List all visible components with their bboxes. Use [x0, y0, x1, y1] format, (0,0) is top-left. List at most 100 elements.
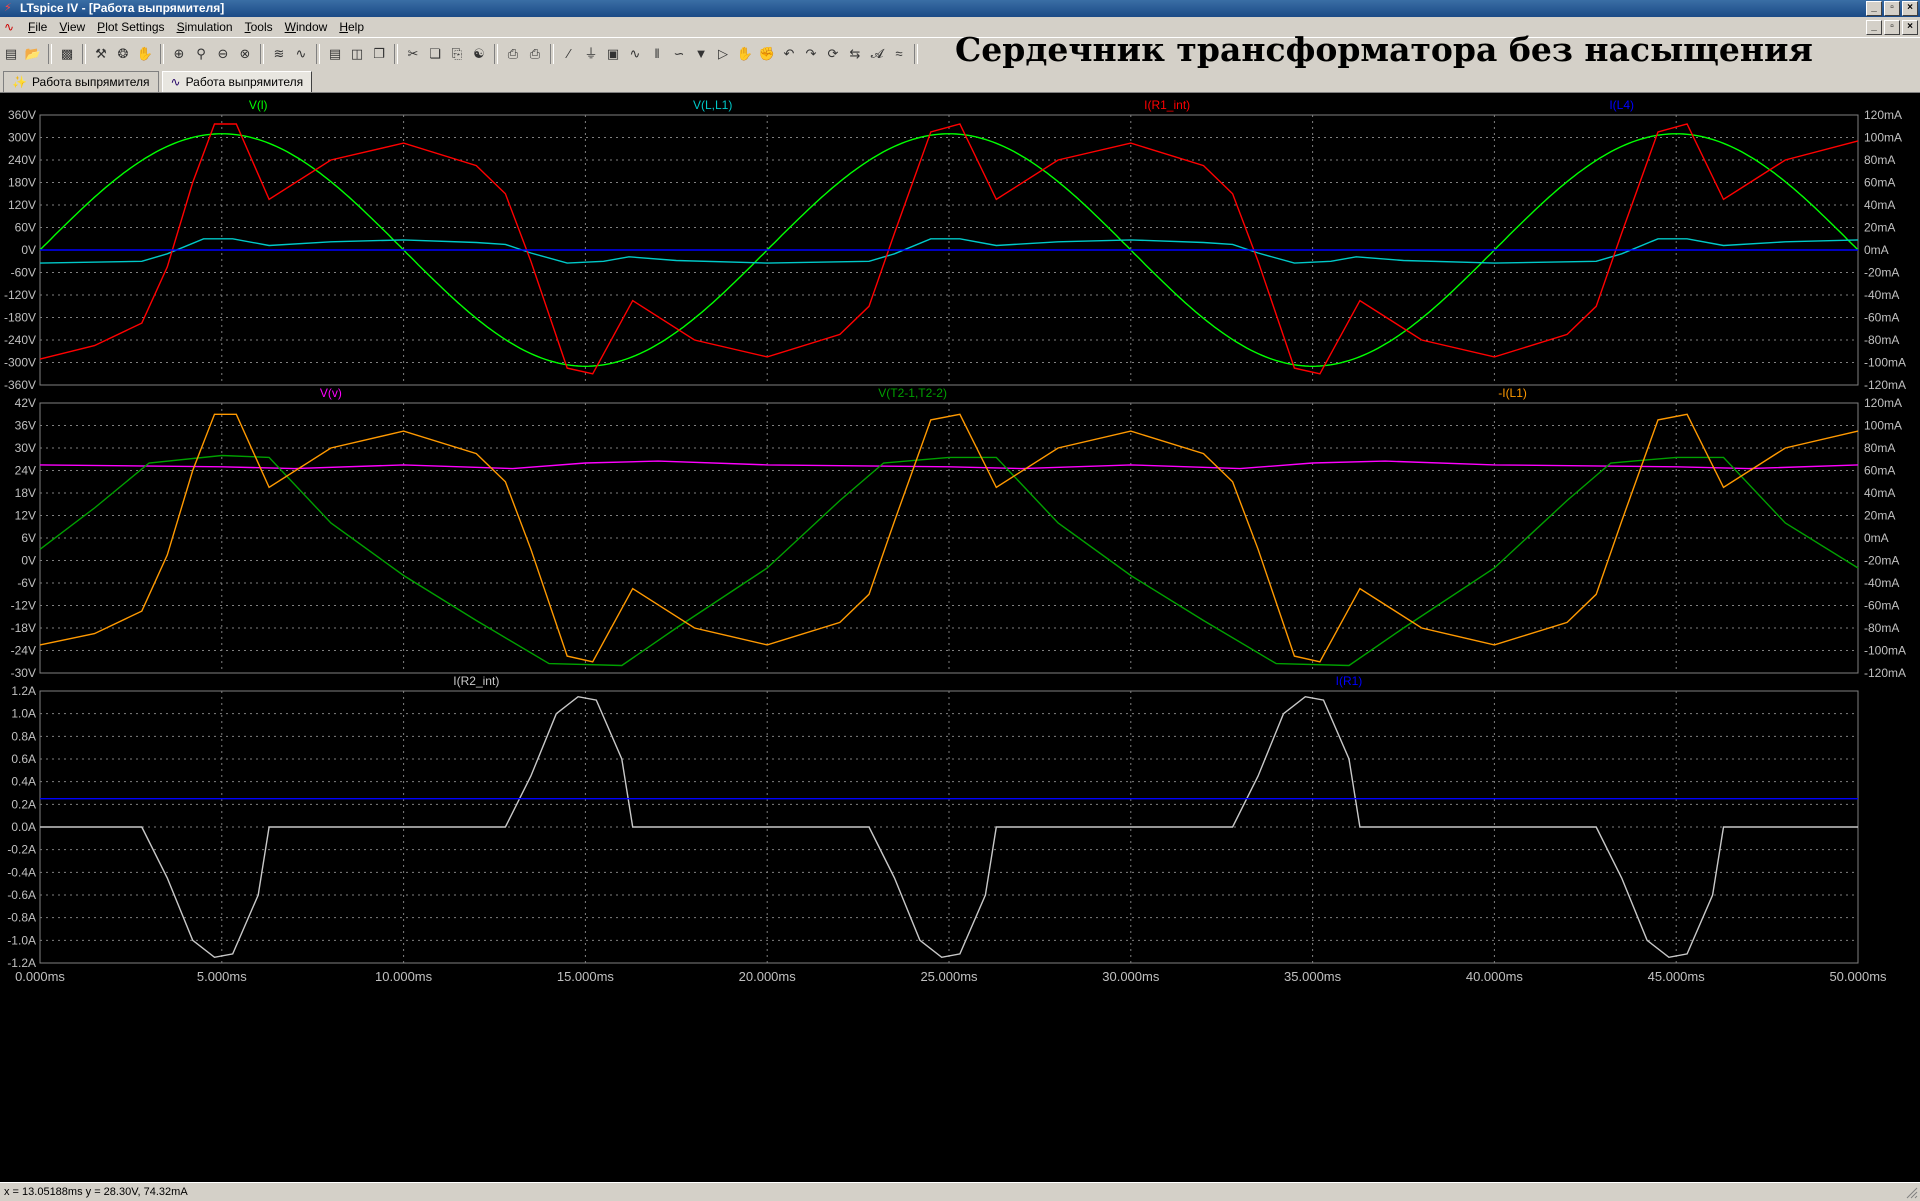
capacitor-icon[interactable]: ‖ — [647, 44, 667, 64]
print-preview-icon[interactable]: ⎙ — [503, 44, 523, 64]
zoom-back-icon[interactable]: ⚲ — [191, 44, 211, 64]
waveform-canvas[interactable]: 360V 300V 240V 180V 120V 60V 0V -60V -120V -180V -… — [0, 93, 1920, 1178]
cursor-readout: x = 13.05188ms y = 28.30V, 74.32mA — [4, 1186, 188, 1198]
menu-tools[interactable]: Tools — [239, 17, 279, 37]
zoom-in-icon[interactable]: ⊕ — [169, 44, 189, 64]
ground-icon[interactable]: ⏚ — [581, 44, 601, 64]
resize-grip-icon[interactable] — [1904, 1185, 1918, 1199]
x-tick-label: 30.000ms — [1102, 969, 1160, 984]
print-icon[interactable]: ⎙ — [525, 44, 545, 64]
tile-h-icon[interactable]: ▤ — [325, 44, 345, 64]
child-minimize-button[interactable]: _ — [1866, 20, 1882, 35]
x-tick-label: 50.000ms — [1829, 969, 1887, 984]
y-tick-label: -0.8A — [7, 911, 36, 925]
y2-tick-label: -40mA — [1864, 288, 1899, 302]
mirror-icon[interactable]: ⇆ — [845, 44, 865, 64]
tile-v-icon[interactable]: ◫ — [347, 44, 367, 64]
cut-icon[interactable]: ✂ — [403, 44, 423, 64]
control-panel-icon[interactable]: ⚒ — [91, 44, 111, 64]
window-controls: _ ▫ × — [1866, 1, 1918, 16]
cascade-icon[interactable]: ❐ — [369, 44, 389, 64]
y-tick-label: 18V — [15, 486, 36, 500]
trace-legend-label: V(l) — [249, 98, 268, 112]
menu-help[interactable]: Help — [333, 17, 370, 37]
schematic-tab-icon: ✨ — [12, 75, 27, 89]
y-tick-label: 42V — [15, 396, 36, 410]
y2-tick-label: -120mA — [1864, 666, 1906, 680]
child-close-button[interactable]: × — [1902, 20, 1918, 35]
redo-icon[interactable]: ↷ — [801, 44, 821, 64]
move-icon[interactable]: ✋ — [735, 44, 755, 64]
x-tick-label: 10.000ms — [375, 969, 433, 984]
inductor-icon[interactable]: ∽ — [669, 44, 689, 64]
text-icon[interactable]: 𝓐 — [867, 44, 887, 64]
y2-tick-label: 40mA — [1864, 486, 1895, 500]
y-tick-label: -24V — [11, 644, 36, 658]
find-icon[interactable]: ☯ — [469, 44, 489, 64]
restore-button[interactable]: ▫ — [1884, 1, 1900, 16]
y-tick-label: -1.2A — [7, 956, 36, 970]
y-tick-label: 1.2A — [11, 684, 36, 698]
zoom-out-icon[interactable]: ⊖ — [213, 44, 233, 64]
wire-icon[interactable]: ∕ — [559, 44, 579, 64]
paste-icon[interactable]: ⎘ — [447, 44, 467, 64]
y2-tick-label: 20mA — [1864, 221, 1895, 235]
menu-file[interactable]: File — [22, 17, 53, 37]
split-icon[interactable]: ∿ — [291, 44, 311, 64]
y2-tick-label: -120mA — [1864, 378, 1906, 392]
y2-tick-label: 40mA — [1864, 198, 1895, 212]
run-icon[interactable]: ❂ — [113, 44, 133, 64]
autorange-icon[interactable]: ≋ — [269, 44, 289, 64]
rotate-icon[interactable]: ⟳ — [823, 44, 843, 64]
y-tick-label: 180V — [8, 176, 36, 190]
undo-icon[interactable]: ↶ — [779, 44, 799, 64]
toolbar-separator — [914, 44, 918, 64]
resistor-icon[interactable]: ∿ — [625, 44, 645, 64]
y-tick-label: 300V — [8, 131, 36, 145]
y-tick-label: -0.4A — [7, 865, 36, 879]
y2-tick-label: 0mA — [1864, 243, 1889, 257]
y2-tick-label: -80mA — [1864, 333, 1899, 347]
trace-legend-label: V(L,L1) — [693, 98, 732, 112]
spice-directive-icon[interactable]: ≈ — [889, 44, 909, 64]
child-restore-button[interactable]: ▫ — [1884, 20, 1900, 35]
halt-icon[interactable]: ✋ — [135, 44, 155, 64]
component-icon[interactable]: ▷ — [713, 44, 733, 64]
copy-icon[interactable]: ❏ — [425, 44, 445, 64]
waveform-window-icon[interactable]: ∿ — [4, 20, 18, 34]
minimize-button[interactable]: _ — [1866, 1, 1882, 16]
y-tick-label: 0.4A — [11, 775, 36, 789]
y-tick-label: -1.0A — [7, 933, 36, 947]
drag-icon[interactable]: ✊ — [757, 44, 777, 64]
menu-window[interactable]: Window — [279, 17, 334, 37]
trace-legend-label: I(R1_int) — [1144, 98, 1190, 112]
menu-plot-settings[interactable]: Plot Settings — [91, 17, 170, 37]
trace-legend-label: V(v) — [320, 386, 342, 400]
y-tick-label: 0.6A — [11, 752, 36, 766]
toolbar-separator — [394, 44, 398, 64]
label-icon[interactable]: ▣ — [603, 44, 623, 64]
menu-simulation[interactable]: Simulation — [171, 17, 239, 37]
close-button[interactable]: × — [1902, 1, 1918, 16]
toolbar-separator — [550, 44, 554, 64]
y-tick-label: 120V — [8, 198, 36, 212]
x-tick-label: 45.000ms — [1648, 969, 1706, 984]
ltspice-app-icon[interactable]: ⚡ — [4, 2, 16, 14]
zoom-fit-icon[interactable]: ⊗ — [235, 44, 255, 64]
tab-schematic[interactable]: ✨ Работа выпрямителя — [3, 71, 159, 92]
open-icon[interactable]: 📂 — [23, 44, 43, 64]
y-tick-label: 0.8A — [11, 729, 36, 743]
menu-view[interactable]: View — [53, 17, 91, 37]
y-tick-label: -30V — [11, 666, 36, 680]
y-tick-label: 24V — [15, 464, 36, 478]
diode-icon[interactable]: ▼ — [691, 44, 711, 64]
y-tick-label: -0.2A — [7, 843, 36, 857]
y2-tick-label: -100mA — [1864, 356, 1906, 370]
tab-waveform[interactable]: ∿ Работа выпрямителя — [161, 71, 313, 92]
y-tick-label: 360V — [8, 108, 36, 122]
new-schematic-icon[interactable]: ▤ — [1, 44, 21, 64]
trace-i-r2-int- — [40, 695, 1858, 959]
y-tick-label: 240V — [8, 153, 36, 167]
waveform-viewer[interactable]: 360V 300V 240V 180V 120V 60V 0V -60V -120V -180V -… — [0, 93, 1920, 1178]
save-icon[interactable]: ▩ — [57, 44, 77, 64]
